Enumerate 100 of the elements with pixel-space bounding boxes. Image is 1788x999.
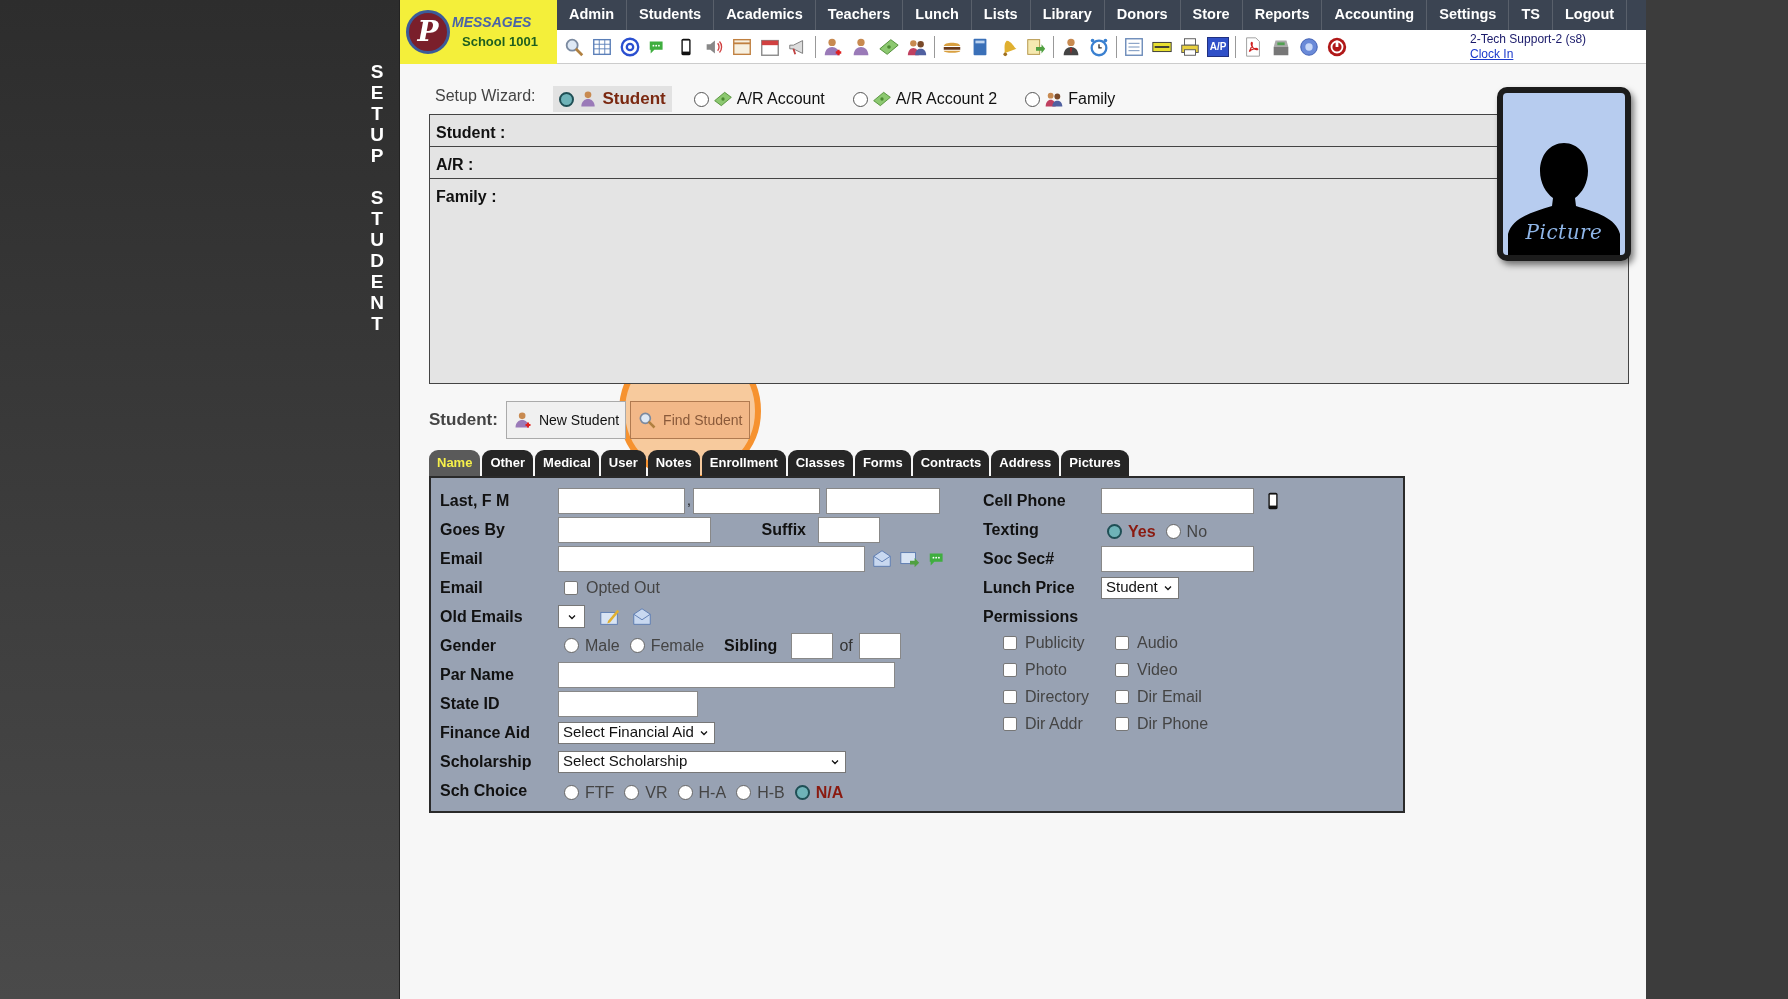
side-title: STUDENT <box>369 188 385 335</box>
radio-button[interactable] <box>1107 524 1122 539</box>
summary-label: Student : <box>436 124 506 141</box>
input-field[interactable] <box>558 661 895 688</box>
ap-button[interactable]: A/P <box>1207 36 1229 57</box>
radio-label: No <box>1186 521 1208 542</box>
checkbox[interactable] <box>1003 690 1017 704</box>
radio-label: FTF <box>585 782 615 803</box>
tab[interactable]: Name <box>429 450 481 476</box>
nav-link[interactable]: Accounting <box>1322 0 1428 30</box>
power-icon[interactable] <box>1326 35 1348 58</box>
field-label: Goes By <box>440 519 506 540</box>
tab[interactable]: User <box>600 450 646 476</box>
checkbox-label: Video <box>1137 660 1178 680</box>
tab[interactable]: Other <box>482 450 534 476</box>
nav-link[interactable]: Library <box>1030 0 1105 30</box>
tab[interactable]: Forms <box>854 450 911 476</box>
field-label: Lunch Price <box>983 577 1076 598</box>
checkbox[interactable] <box>564 580 578 595</box>
nav-link[interactable]: Lists <box>971 0 1031 30</box>
new-student-button[interactable]: New Student <box>505 401 627 439</box>
tab[interactable]: Pictures <box>1061 450 1129 476</box>
list-icon[interactable] <box>1123 35 1145 58</box>
nav-link[interactable]: Teachers <box>815 0 904 30</box>
summary-label: Family : <box>436 188 497 205</box>
radio-button[interactable] <box>624 785 640 800</box>
radio-button[interactable] <box>1165 524 1181 539</box>
input-field[interactable] <box>1101 545 1254 572</box>
radio-button[interactable] <box>736 785 752 800</box>
nav-link[interactable]: TS <box>1509 0 1553 30</box>
tab[interactable]: Address <box>991 450 1060 476</box>
nav-link[interactable]: Logout <box>1552 0 1628 30</box>
user-name: 2-Tech Support-2 (s8) <box>1470 31 1588 47</box>
nav-link[interactable]: Admin <box>557 0 628 30</box>
nav-link[interactable]: Store <box>1180 0 1243 30</box>
nav-link[interactable]: Settings <box>1427 0 1510 30</box>
wizard-step-label[interactable]: A/R Account 2 <box>895 87 998 111</box>
wizard-step-label[interactable]: A/R Account <box>736 87 825 111</box>
radio-button[interactable] <box>693 91 709 107</box>
tab[interactable]: Notes <box>647 450 700 476</box>
radio-button[interactable] <box>794 785 810 800</box>
money-icon <box>712 89 733 109</box>
checkbox[interactable] <box>1003 636 1017 650</box>
dropdown[interactable]: Student <box>1101 576 1179 599</box>
nav-link[interactable]: Students <box>627 0 715 30</box>
tab[interactable]: Medical <box>535 450 599 476</box>
field-label: Finance Aid <box>440 722 532 743</box>
radio-button[interactable] <box>629 638 645 653</box>
tab[interactable]: Enrollment <box>701 450 786 476</box>
checkbox[interactable] <box>1003 663 1017 677</box>
checkbox-label: Dir Phone <box>1137 714 1209 734</box>
printer-icon[interactable] <box>1179 35 1201 58</box>
comma-separator: , <box>686 491 692 510</box>
field-label: Scholarship <box>440 751 533 772</box>
field-label: Cell Phone <box>983 490 1067 511</box>
dropdown[interactable]: Select Scholarship <box>558 750 846 773</box>
radio-button[interactable] <box>852 91 868 107</box>
search-icon <box>637 410 658 430</box>
input-field[interactable] <box>818 516 880 543</box>
checkbox[interactable] <box>1115 690 1129 704</box>
radio-button[interactable] <box>677 785 693 800</box>
dropdown[interactable]: Select Financial Aid <box>558 721 715 744</box>
input-field[interactable] <box>558 545 865 572</box>
checkbox[interactable] <box>1115 636 1129 650</box>
radio-button[interactable] <box>1025 91 1041 107</box>
field-label: Email <box>440 548 484 569</box>
radio-button[interactable] <box>564 785 579 800</box>
dropdown[interactable] <box>558 605 585 628</box>
wizard-step-label[interactable]: Family <box>1068 87 1116 111</box>
tab[interactable]: Classes <box>787 450 853 476</box>
input-field[interactable] <box>826 487 940 514</box>
input-field[interactable] <box>558 690 698 717</box>
checkbox-label: Directory <box>1025 687 1089 707</box>
checkbox-label: Publicity <box>1025 633 1085 653</box>
input-field[interactable] <box>558 487 685 514</box>
input-field[interactable] <box>1101 487 1254 514</box>
nav-link[interactable]: Reports <box>1242 0 1323 30</box>
nav-link[interactable]: Lunch <box>903 0 972 30</box>
field-label: State ID <box>440 693 501 714</box>
field-label: Sibling <box>724 635 778 656</box>
picture-caption: Picture <box>1525 219 1603 246</box>
envelope-icon[interactable] <box>871 547 893 570</box>
tab[interactable]: Contracts <box>912 450 990 476</box>
checkbox[interactable] <box>1115 717 1129 731</box>
picture-frame[interactable]: Picture <box>1497 87 1631 261</box>
nav-link[interactable]: Academics <box>714 0 816 30</box>
field-label: Soc Sec# <box>983 548 1056 569</box>
checkbox[interactable] <box>1115 663 1129 677</box>
student-label: Student: <box>429 409 498 432</box>
input-field[interactable] <box>693 487 820 514</box>
envelope-icon[interactable] <box>631 605 653 628</box>
radio-button[interactable] <box>564 638 579 653</box>
nav-link[interactable]: Donors <box>1104 0 1181 30</box>
input-field[interactable] <box>791 632 834 659</box>
clock-in-link[interactable]: Clock In <box>1470 46 1514 62</box>
radio-label: Male <box>585 635 620 656</box>
input-field[interactable] <box>858 632 901 659</box>
radio-button[interactable] <box>559 91 575 107</box>
checkbox[interactable] <box>1003 717 1017 731</box>
input-field[interactable] <box>558 516 711 543</box>
